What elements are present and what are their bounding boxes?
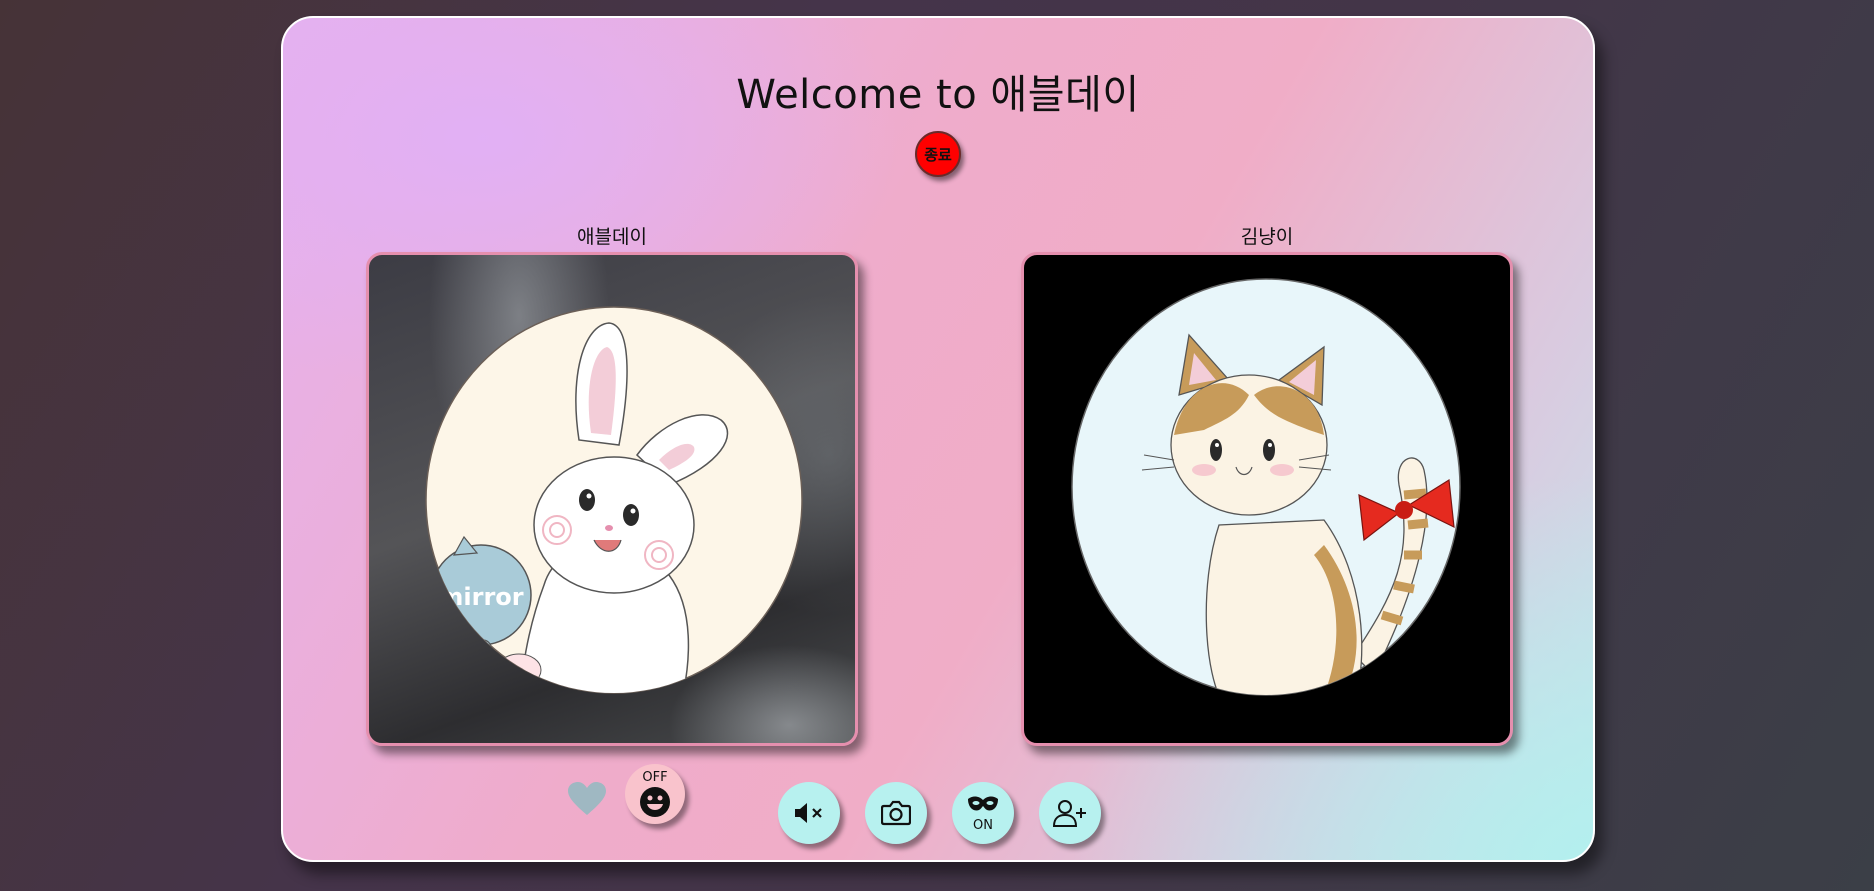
emotion-toggle-state: OFF bbox=[642, 769, 668, 785]
video-call-panel: Welcome to 애블데이 종료 애블데이 mirror 김냥이 OFF O… bbox=[281, 16, 1595, 862]
capture-button[interactable] bbox=[865, 782, 927, 844]
end-call-button[interactable]: 종료 bbox=[915, 131, 961, 177]
like-button[interactable] bbox=[566, 778, 608, 820]
cat-avatar bbox=[1071, 278, 1461, 696]
add-friend-button[interactable] bbox=[1039, 782, 1101, 844]
emotion-toggle-button[interactable]: OFF bbox=[625, 764, 685, 824]
camera-icon bbox=[881, 800, 911, 826]
mask-toggle-button[interactable]: ON bbox=[952, 782, 1014, 844]
mute-button[interactable] bbox=[778, 782, 840, 844]
end-call-label: 종료 bbox=[924, 145, 952, 164]
video-tile-right bbox=[1021, 252, 1513, 746]
mask-icon bbox=[968, 795, 998, 810]
mask-toggle-state: ON bbox=[973, 817, 993, 833]
smiley-face-icon bbox=[640, 786, 670, 817]
user-plus-icon bbox=[1053, 800, 1086, 827]
speaker-muted-icon bbox=[795, 803, 822, 823]
heart-icon bbox=[568, 782, 606, 815]
video-tile-left: mirror bbox=[366, 252, 858, 746]
participant-name-left: 애블데이 bbox=[577, 226, 647, 248]
rabbit-avatar: mirror bbox=[425, 306, 803, 694]
page-title: Welcome to 애블데이 bbox=[736, 72, 1140, 118]
participant-name-right: 김냥이 bbox=[1240, 226, 1294, 248]
